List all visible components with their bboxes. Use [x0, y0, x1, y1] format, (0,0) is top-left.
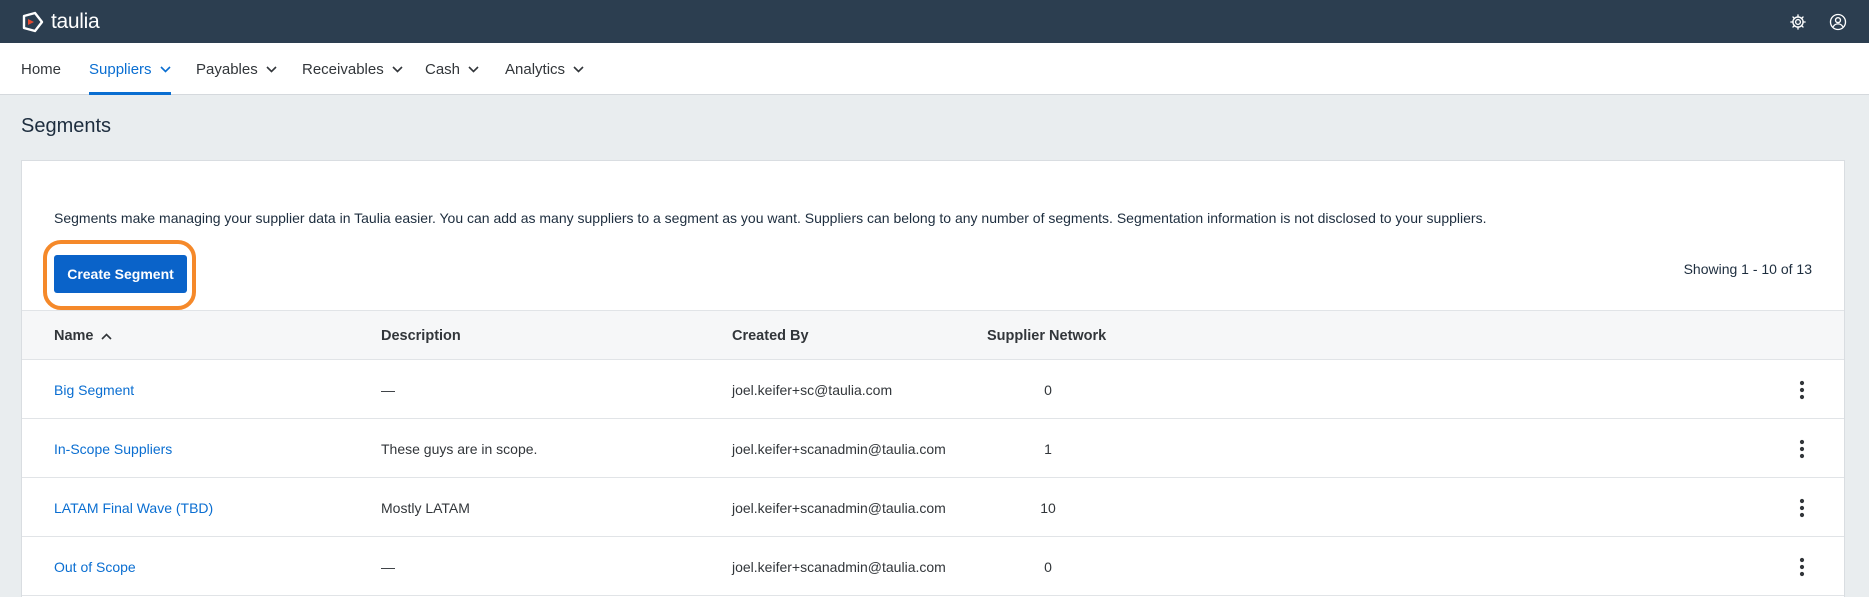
chevron-down-icon	[468, 65, 479, 73]
brand-logo[interactable]: taulia	[21, 9, 100, 34]
table-row: In-Scope Suppliers These guys are in sco…	[22, 419, 1844, 478]
create-segment-button[interactable]: Create Segment	[54, 255, 187, 293]
segment-description: These guys are in scope.	[381, 440, 538, 457]
segment-name-link[interactable]: LATAM Final Wave (TBD)	[54, 478, 213, 537]
segment-description: —	[381, 558, 395, 575]
nav-receivables[interactable]: Receivables	[302, 43, 403, 95]
more-vertical-icon[interactable]	[1792, 537, 1812, 596]
column-label: Name	[54, 328, 94, 344]
segments-card: Segments make managing your supplier dat…	[21, 160, 1845, 597]
nav-label: Suppliers	[89, 60, 152, 78]
column-header-name[interactable]: Name	[54, 311, 112, 361]
nav-payables[interactable]: Payables	[196, 43, 277, 95]
column-label: Supplier Network	[987, 328, 1107, 344]
pagination-summary: Showing 1 - 10 of 13	[1683, 261, 1812, 277]
nav-cash[interactable]: Cash	[425, 43, 479, 95]
nav-label: Analytics	[505, 60, 566, 78]
segment-created-by: joel.keifer+scanadmin@taulia.com	[732, 499, 946, 516]
column-header-supplier-network[interactable]: Supplier Network	[987, 311, 1106, 361]
segment-created-by: joel.keifer+sc@taulia.com	[732, 381, 893, 398]
chevron-down-icon	[266, 65, 277, 73]
segment-description: Mostly LATAM	[381, 499, 470, 516]
table-row: Out of Scope — joel.keifer+scanadmin@tau…	[22, 537, 1844, 596]
nav-analytics[interactable]: Analytics	[505, 43, 584, 95]
more-vertical-icon[interactable]	[1792, 419, 1812, 478]
user-circle-icon[interactable]	[1827, 11, 1849, 33]
chevron-up-icon	[100, 332, 112, 340]
page-title: Segments	[21, 115, 112, 137]
nav-label: Home	[21, 60, 62, 78]
column-label: Description	[381, 328, 461, 344]
top-bar: taulia	[0, 0, 1869, 43]
segment-name-link[interactable]: Out of Scope	[54, 537, 136, 596]
segment-created-by: joel.keifer+scanadmin@taulia.com	[732, 440, 946, 457]
nav-label: Payables	[196, 60, 258, 78]
chevron-down-icon	[159, 65, 171, 73]
nav-home[interactable]: Home	[21, 43, 61, 95]
more-vertical-icon[interactable]	[1792, 360, 1812, 419]
gear-icon[interactable]	[1787, 11, 1809, 33]
nav-label: Receivables	[302, 60, 384, 78]
taulia-logo-icon	[21, 11, 45, 33]
table-row: Big Segment — joel.keifer+sc@taulia.com …	[22, 360, 1844, 419]
segment-supplier-network: 10	[1040, 499, 1056, 516]
segment-supplier-network: 1	[1044, 440, 1052, 457]
chevron-down-icon	[573, 65, 584, 73]
column-header-description[interactable]: Description	[381, 311, 461, 361]
column-label: Created By	[732, 328, 809, 344]
chevron-down-icon	[392, 65, 403, 73]
segment-description: —	[381, 381, 395, 398]
segment-name-link[interactable]: Big Segment	[54, 360, 134, 419]
table-header: Name Description Created By Supplier Net…	[22, 310, 1844, 360]
segment-supplier-network: 0	[1044, 558, 1052, 575]
main-nav: Home Suppliers Payables Receivables Cash…	[0, 43, 1869, 95]
nav-label: Cash	[425, 60, 461, 78]
table-row: LATAM Final Wave (TBD) Mostly LATAM joel…	[22, 478, 1844, 537]
more-vertical-icon[interactable]	[1792, 478, 1812, 537]
intro-text: Segments make managing your supplier dat…	[54, 210, 1487, 226]
brand-name: taulia	[51, 9, 100, 33]
segment-created-by: joel.keifer+scanadmin@taulia.com	[732, 558, 946, 575]
nav-suppliers[interactable]: Suppliers	[89, 43, 171, 95]
segment-supplier-network: 0	[1044, 381, 1052, 398]
segment-name-link[interactable]: In-Scope Suppliers	[54, 419, 172, 478]
column-header-created-by[interactable]: Created By	[732, 311, 809, 361]
